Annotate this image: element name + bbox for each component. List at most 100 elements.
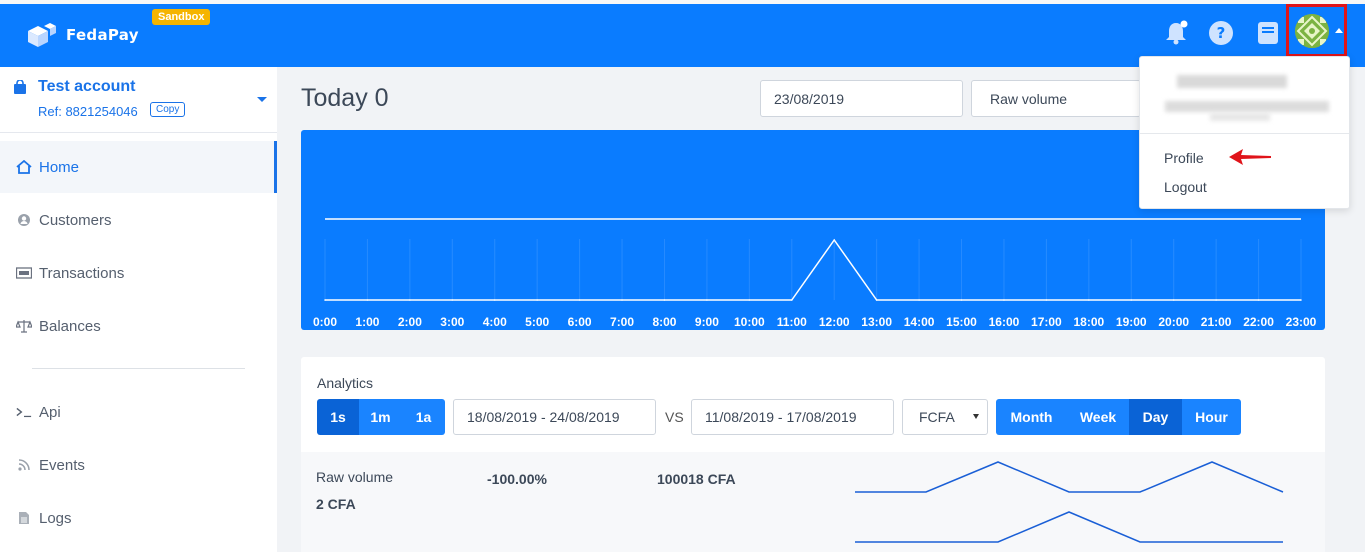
x-tick-label: 6:00 [568, 315, 592, 329]
x-tick-label: 13:00 [861, 315, 892, 329]
scale-icon [16, 318, 32, 334]
x-tick-label: 9:00 [695, 315, 719, 329]
granularity-week[interactable]: Week [1067, 399, 1129, 435]
help-icon[interactable]: ? [1208, 20, 1234, 46]
sidebar-item-label: Balances [39, 317, 101, 335]
chevron-down-icon[interactable] [257, 97, 267, 102]
card-icon [16, 265, 32, 281]
sidebar-item-api[interactable]: Api [0, 386, 277, 438]
sidebar: Test account Ref: 8821254046 Copy Home C… [0, 67, 277, 552]
x-tick-label: 17:00 [1031, 315, 1062, 329]
chart-point [1003, 299, 1005, 301]
terminal-icon [16, 404, 32, 420]
x-tick-label: 20:00 [1158, 315, 1189, 329]
x-tick-label: 5:00 [525, 315, 549, 329]
chart-point [1172, 299, 1175, 301]
sidebar-divider [32, 368, 245, 369]
chart-point [409, 299, 411, 301]
select-caret-icon [973, 414, 979, 419]
menu-item-logout[interactable]: Logout [1164, 179, 1207, 195]
metric-row-compare: 100018 CFA [657, 471, 736, 487]
sidebar-item-label: Customers [39, 211, 112, 229]
range-button-1a[interactable]: 1a [402, 399, 445, 435]
account-name: Test account [38, 78, 136, 95]
sidebar-item-label: Events [39, 456, 85, 474]
home-icon [16, 159, 32, 175]
sidebar-item-customers[interactable]: Customers [0, 194, 277, 246]
date-input[interactable]: 23/08/2019 [760, 80, 963, 117]
x-tick-label: 16:00 [989, 315, 1020, 329]
brand-logo[interactable]: FedaPay [26, 22, 139, 48]
compare-period-input[interactable]: 11/08/2019 - 17/08/2019 [691, 399, 894, 435]
x-tick-label: 14:00 [904, 315, 935, 329]
chart-point [748, 299, 751, 301]
blurred-email [1165, 101, 1329, 112]
document-icon [16, 510, 32, 526]
dropdown-divider [1140, 133, 1349, 134]
x-tick-label: 3:00 [440, 315, 464, 329]
period-input[interactable]: 18/08/2019 - 24/08/2019 [453, 399, 656, 435]
x-tick-label: 8:00 [652, 315, 676, 329]
x-tick-label: 1:00 [355, 315, 379, 329]
range-button-1m[interactable]: 1m [359, 399, 402, 435]
vs-label: VS [665, 409, 684, 425]
chart-point [536, 299, 538, 301]
sidebar-item-label: Api [39, 403, 61, 421]
x-tick-label: 12:00 [819, 315, 850, 329]
analytics-title: Analytics [317, 375, 374, 391]
chart-point [790, 299, 793, 301]
sidebar-item-balances[interactable]: Balances [0, 300, 277, 352]
x-tick-label: 23:00 [1286, 315, 1317, 329]
account-switcher[interactable]: Test account Ref: 8821254046 Copy [0, 67, 277, 133]
sandbox-badge: Sandbox [152, 9, 211, 25]
chart-point [1130, 299, 1133, 301]
metric-select[interactable]: Raw volume [971, 80, 1141, 117]
chart-point [960, 299, 963, 301]
fedapay-logo-icon [28, 23, 56, 47]
sidebar-item-label: Home [39, 158, 80, 176]
metric-value: Raw volume [990, 90, 1068, 107]
sidebar-item-events[interactable]: Events [0, 439, 277, 491]
menu-item-profile[interactable]: Profile [1164, 150, 1204, 166]
metric-row-value: 2 CFA [316, 496, 356, 512]
range-button-1s[interactable]: 1s [317, 399, 359, 435]
x-tick-label: 0:00 [313, 315, 337, 329]
chart-point [833, 239, 836, 241]
x-tick-label: 7:00 [610, 315, 634, 329]
sparkline-chart [855, 461, 1284, 543]
sidebar-item-home[interactable]: Home [0, 141, 277, 193]
currency-select[interactable]: FCFA [902, 399, 988, 435]
currency-value: FCFA [919, 409, 955, 425]
user-menu-toggle[interactable] [1286, 4, 1347, 57]
bell-icon[interactable] [1163, 20, 1189, 46]
chart-point [493, 299, 496, 301]
chart-point [1045, 299, 1048, 301]
red-arrow-annotation-icon [1229, 149, 1271, 165]
x-tick-label: 4:00 [483, 315, 507, 329]
granularity-toggle: Month Week Day Hour [996, 399, 1241, 435]
x-tick-label: 2:00 [398, 315, 422, 329]
sparkline-current [855, 461, 1284, 493]
x-tick-label: 19:00 [1116, 315, 1147, 329]
page-title: Today 0 [301, 84, 389, 112]
compare-period-value: 11/08/2019 - 17/08/2019 [705, 409, 857, 425]
book-icon[interactable] [1255, 20, 1281, 46]
sidebar-item-transactions[interactable]: Transactions [0, 247, 277, 299]
chart-point [366, 299, 369, 301]
x-tick-label: 11:00 [777, 315, 807, 329]
chart-point [706, 299, 708, 301]
granularity-day[interactable]: Day [1129, 399, 1182, 435]
chart-point [621, 299, 623, 301]
granularity-hour[interactable]: Hour [1182, 399, 1241, 435]
svg-text:?: ? [1217, 24, 1226, 42]
granularity-month[interactable]: Month [996, 399, 1067, 435]
chart-point [1300, 299, 1302, 301]
metric-row-label: Raw volume [316, 469, 394, 485]
chart-point [451, 299, 454, 301]
copy-ref-button[interactable]: Copy [150, 102, 186, 117]
chart-point [918, 299, 920, 301]
blurred-email-tail [1210, 113, 1270, 121]
date-value: 23/08/2019 [774, 90, 845, 107]
chart-point [1088, 299, 1090, 301]
sidebar-item-logs[interactable]: Logs [0, 492, 277, 544]
